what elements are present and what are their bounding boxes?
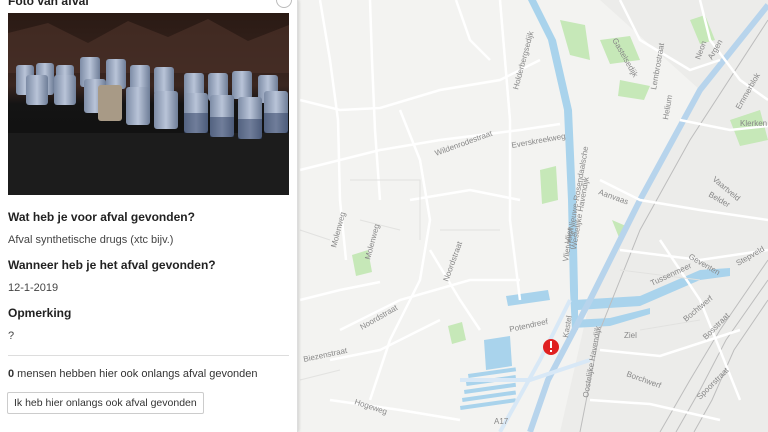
answer-date: 12-1-2019: [8, 282, 59, 294]
answer-waste-type: Afval synthetische drugs (xtc bijv.): [8, 234, 174, 246]
waste-photo: [8, 13, 289, 195]
label-ziel: Ziel: [624, 331, 637, 340]
question-remark: Opmerking: [8, 306, 72, 320]
report-count-text: mensen hebben hier ook onlangs afval gev…: [14, 368, 258, 380]
question-date: Wanneer heb je het afval gevonden?: [8, 258, 216, 272]
report-count: 0 mensen hebben hier ook onlangs afval g…: [8, 368, 258, 380]
detail-panel: Foto van afval Wat heb je voor afval gev…: [0, 0, 298, 432]
label-a17: A17: [494, 417, 509, 426]
exclamation-marker-icon[interactable]: [543, 339, 559, 355]
divider: [8, 355, 289, 356]
also-found-button[interactable]: Ik heb hier onlangs ook afval gevonden: [7, 392, 204, 414]
close-icon[interactable]: [276, 0, 292, 8]
question-waste-type: Wat heb je voor afval gevonden?: [8, 210, 195, 224]
panel-title: Foto van afval: [8, 0, 89, 8]
label-klerken: Klerken: [740, 119, 767, 128]
answer-remark: ?: [8, 330, 15, 342]
